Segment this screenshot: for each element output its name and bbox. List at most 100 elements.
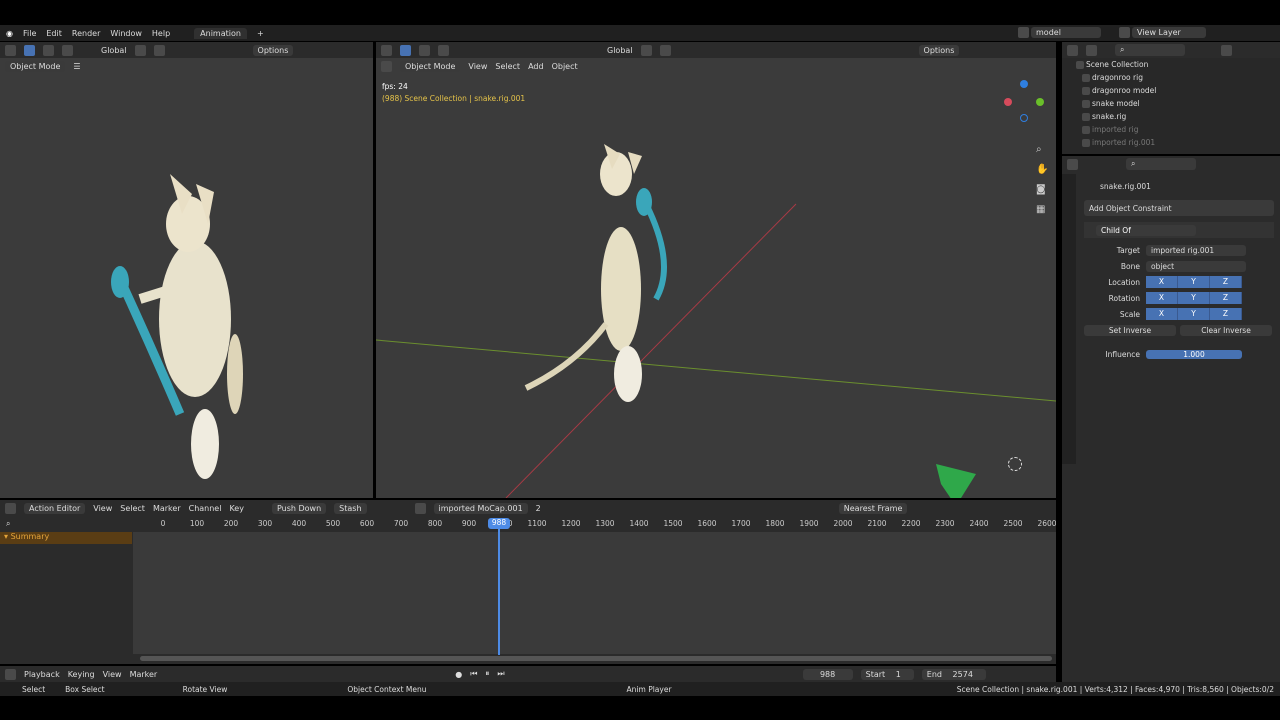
select-mode-icon[interactable]	[438, 44, 449, 56]
select-mode-icon[interactable]	[43, 44, 54, 56]
snap-selector[interactable]: Nearest Frame	[838, 502, 908, 514]
tl-menu-view[interactable]: View	[103, 670, 122, 679]
menu-file[interactable]: File	[23, 29, 36, 38]
bone-field[interactable]: object	[1146, 260, 1246, 272]
snap-icon[interactable]	[153, 44, 165, 56]
outliner-item[interactable]: dragonroo rig	[1062, 71, 1280, 84]
editor-type-icon[interactable]	[381, 44, 392, 56]
push-down-button[interactable]: Push Down	[271, 502, 327, 514]
outliner-item[interactable]: snake.rig	[1062, 110, 1280, 123]
editor-type-icon[interactable]	[1067, 44, 1078, 56]
action-users-count[interactable]: 2	[536, 504, 541, 513]
left-options-button[interactable]: Options	[252, 44, 294, 56]
editor-type-icon[interactable]	[5, 502, 16, 514]
set-inverse-button[interactable]: Set Inverse	[1084, 324, 1176, 336]
left-mode-selector[interactable]: Object Mode	[5, 60, 66, 72]
pivot-icon[interactable]	[134, 44, 146, 56]
select-mode-icon[interactable]	[62, 44, 73, 56]
pivot-icon[interactable]	[640, 44, 652, 56]
zoom-icon[interactable]: ⌕	[1036, 140, 1048, 160]
hamburger-icon[interactable]: ☰	[73, 62, 80, 71]
scale-y-toggle[interactable]: Y	[1178, 308, 1210, 320]
menu-help[interactable]: Help	[152, 29, 170, 38]
main-viewport[interactable]: fps: 24 (988) Scene Collection | snake.r…	[376, 74, 1056, 498]
start-field[interactable]: Start 1	[860, 668, 914, 680]
rotation-y-toggle[interactable]: Y	[1178, 292, 1210, 304]
editor-type-icon[interactable]	[5, 668, 16, 680]
display-mode-icon[interactable]	[1086, 44, 1097, 56]
scale-x-toggle[interactable]: X	[1146, 308, 1178, 320]
filter-icon[interactable]	[1221, 44, 1232, 56]
jump-start-icon[interactable]: ⏮	[470, 669, 477, 679]
transform-orientation[interactable]: Global	[101, 46, 127, 55]
outliner-item[interactable]: dragonroo model	[1062, 84, 1280, 97]
select-tool-icon[interactable]	[400, 44, 411, 56]
select-mode-icon[interactable]	[419, 44, 430, 56]
ae-menu-marker[interactable]: Marker	[153, 504, 181, 513]
menu-render[interactable]: Render	[72, 29, 100, 38]
ae-menu-key[interactable]: Key	[229, 504, 244, 513]
scene-selector[interactable]: model	[1031, 27, 1101, 38]
tab-animation[interactable]: Animation	[194, 27, 247, 39]
main-mode-selector[interactable]: Object Mode	[400, 60, 461, 72]
left-viewport[interactable]	[0, 74, 373, 498]
clear-inverse-button[interactable]: Clear Inverse	[1180, 324, 1272, 336]
camera-icon[interactable]: ◙	[1036, 180, 1048, 200]
playhead-line[interactable]	[498, 529, 500, 655]
add-constraint-button[interactable]: Add Object Constraint	[1084, 200, 1274, 216]
stash-button[interactable]: Stash	[334, 502, 367, 514]
action-name-field[interactable]: imported MoCap.001	[433, 502, 528, 514]
status-anim-player[interactable]: Anim Player	[627, 685, 672, 694]
dopesheet-grid[interactable]	[133, 532, 1056, 654]
ae-menu-channel[interactable]: Channel	[189, 504, 222, 513]
location-y-toggle[interactable]: Y	[1178, 276, 1210, 288]
view-layer-selector[interactable]: View Layer	[1132, 27, 1206, 38]
blender-logo-icon[interactable]: ◉	[6, 29, 13, 38]
target-field[interactable]: imported rig.001	[1146, 244, 1246, 256]
record-icon[interactable]: ●	[455, 670, 462, 679]
play-pause-icon[interactable]: ⏸	[485, 669, 489, 679]
menu-select[interactable]: Select	[495, 62, 520, 71]
horizontal-scrollbar[interactable]	[140, 656, 1052, 661]
location-x-toggle[interactable]: X	[1146, 276, 1178, 288]
properties-search-icon[interactable]: ⌕	[1126, 158, 1196, 170]
menu-window[interactable]: Window	[110, 29, 142, 38]
tl-menu-marker[interactable]: Marker	[130, 670, 158, 679]
action-editor-mode[interactable]: Action Editor	[24, 502, 86, 514]
summary-channel[interactable]: ▾ Summary	[0, 532, 132, 544]
grid-view-icon[interactable]: ▦	[1036, 200, 1048, 220]
constraint-name-field[interactable]: Child Of	[1096, 224, 1196, 236]
frame-field[interactable]: 988	[802, 668, 853, 680]
outliner-search-icon[interactable]: ⌕	[1115, 44, 1185, 56]
snap-icon[interactable]	[659, 44, 671, 56]
rotation-z-toggle[interactable]: Z	[1210, 292, 1242, 304]
add-workspace-button[interactable]: +	[257, 29, 264, 38]
editor-type-icon[interactable]	[381, 60, 392, 72]
outliner-item[interactable]: snake model	[1062, 97, 1280, 110]
menu-view[interactable]: View	[468, 62, 487, 71]
3d-cursor-icon[interactable]	[1008, 457, 1022, 471]
tl-menu-playback[interactable]: Playback	[24, 670, 60, 679]
editor-type-icon[interactable]	[1067, 158, 1078, 170]
menu-object[interactable]: Object	[552, 62, 578, 71]
navigation-gizmo-icon[interactable]	[1004, 80, 1044, 122]
outliner-root[interactable]: Scene Collection	[1062, 58, 1280, 71]
select-tool-icon[interactable]	[24, 44, 35, 56]
tl-menu-keying[interactable]: Keying	[68, 670, 95, 679]
current-frame-indicator[interactable]: 988	[488, 518, 510, 529]
end-field[interactable]: End 2574	[921, 668, 986, 680]
channel-search-icon[interactable]: ⌕	[0, 516, 132, 532]
outliner-item[interactable]: imported rig	[1062, 123, 1280, 136]
ae-menu-select[interactable]: Select	[120, 504, 145, 513]
menu-add[interactable]: Add	[528, 62, 544, 71]
jump-end-icon[interactable]: ⏭	[497, 669, 504, 679]
transform-orientation[interactable]: Global	[607, 46, 633, 55]
editor-type-icon[interactable]	[5, 44, 16, 56]
pan-hand-icon[interactable]: ✋	[1036, 160, 1048, 180]
rotation-x-toggle[interactable]: X	[1146, 292, 1178, 304]
scale-z-toggle[interactable]: Z	[1210, 308, 1242, 320]
menu-edit[interactable]: Edit	[46, 29, 62, 38]
location-z-toggle[interactable]: Z	[1210, 276, 1242, 288]
ae-menu-view[interactable]: View	[93, 504, 112, 513]
influence-slider[interactable]: 1.000	[1146, 349, 1242, 359]
